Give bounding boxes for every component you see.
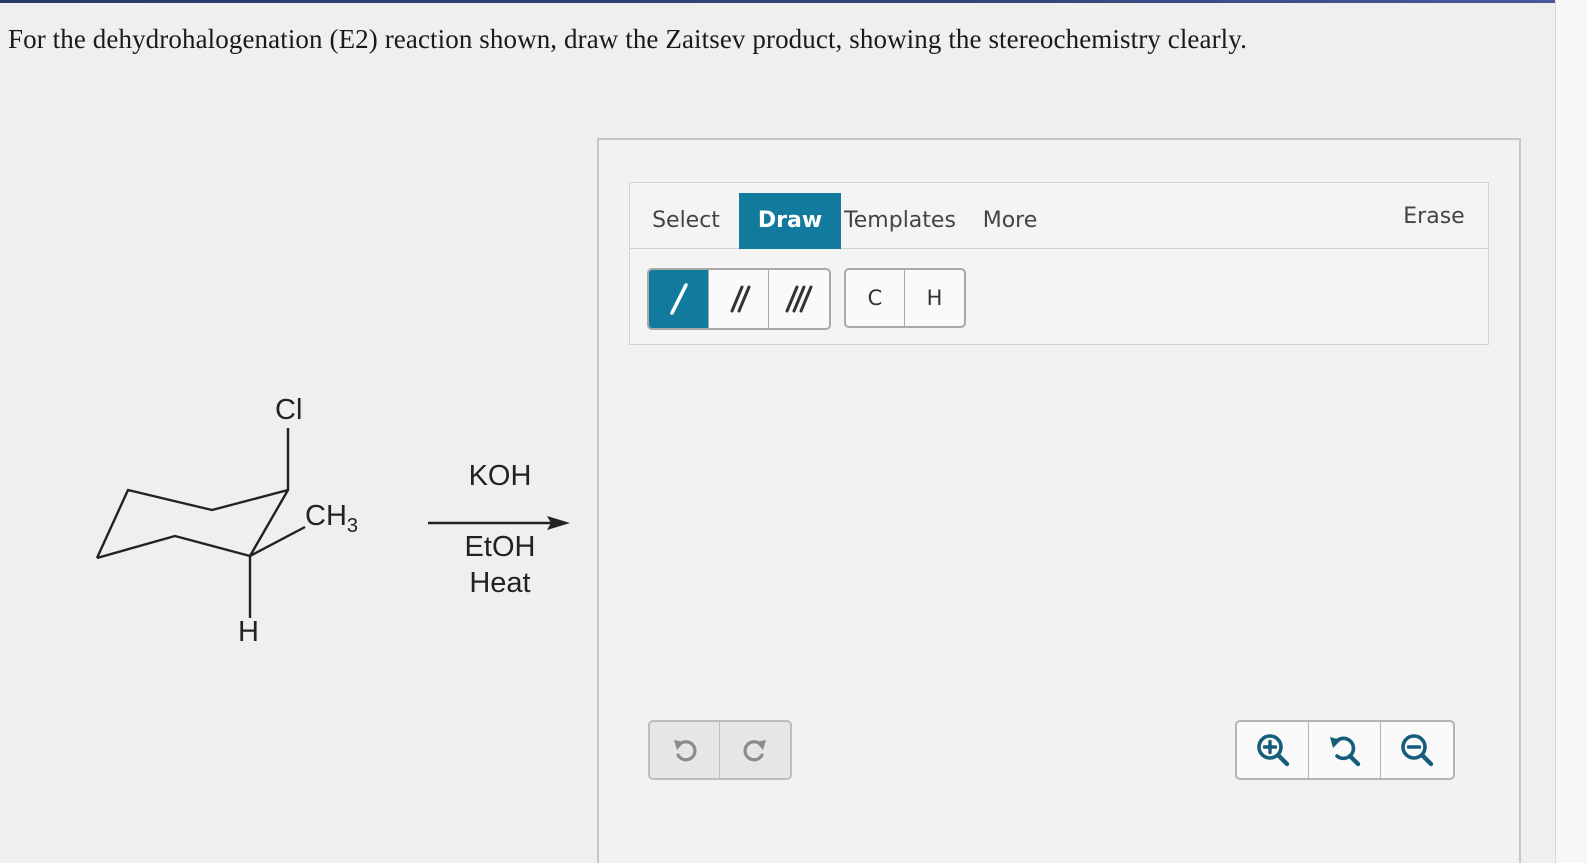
- erase-button[interactable]: Erase: [1390, 189, 1478, 245]
- tab-templates[interactable]: Templates: [844, 193, 956, 249]
- redo-icon: [743, 740, 766, 762]
- reagent-koh: KOH: [468, 460, 532, 492]
- undo-icon: [673, 740, 697, 762]
- triple-bond-icon: [785, 285, 813, 313]
- zoom-reset-icon: [1329, 736, 1360, 767]
- zoom-out-icon: [1401, 734, 1434, 767]
- chlorine-label: Cl: [275, 394, 303, 426]
- reactant-structure: Cl CH3 H: [80, 380, 400, 670]
- redo-button[interactable]: [720, 722, 790, 778]
- bond-tool-group: [647, 268, 831, 330]
- history-controls: [648, 720, 792, 780]
- undo-button[interactable]: [650, 722, 720, 778]
- zoom-in-icon: [1256, 734, 1289, 767]
- single-bond-icon: [669, 283, 688, 315]
- tab-more[interactable]: More: [970, 193, 1050, 249]
- methyl-label: CH3: [305, 500, 358, 538]
- reaction-arrow-block: KOH EtOH Heat: [425, 455, 575, 615]
- tab-draw[interactable]: Draw: [739, 193, 841, 249]
- page-top-border: [0, 0, 1587, 3]
- hydrogen-atom-button[interactable]: H: [905, 270, 964, 326]
- carbon-atom-button[interactable]: C: [846, 270, 905, 326]
- reagent-etoh: EtOH: [464, 531, 536, 563]
- right-scroll-area: [1555, 0, 1587, 863]
- zoom-controls: [1235, 720, 1455, 780]
- hydrogen-label: H: [238, 616, 259, 648]
- zoom-in-button[interactable]: [1237, 722, 1309, 778]
- double-bond-icon: [730, 285, 750, 313]
- editor-tab-row: Select Draw Templates More Erase: [630, 183, 1488, 249]
- tab-select[interactable]: Select: [638, 193, 734, 249]
- double-bond-button[interactable]: [709, 270, 769, 328]
- methyl-subscript: 3: [346, 514, 359, 537]
- question-text: For the dehydrohalogenation (E2) reactio…: [8, 24, 1247, 54]
- zoom-reset-button[interactable]: [1309, 722, 1381, 778]
- editor-toolbar: Select Draw Templates More Erase C H: [629, 182, 1489, 345]
- methyl-label-text: CH: [305, 500, 347, 532]
- zoom-out-button[interactable]: [1381, 722, 1453, 778]
- atom-tool-group: C H: [844, 268, 966, 328]
- single-bond-button[interactable]: [649, 270, 709, 328]
- triple-bond-button[interactable]: [769, 270, 829, 328]
- reagent-heat: Heat: [469, 567, 531, 599]
